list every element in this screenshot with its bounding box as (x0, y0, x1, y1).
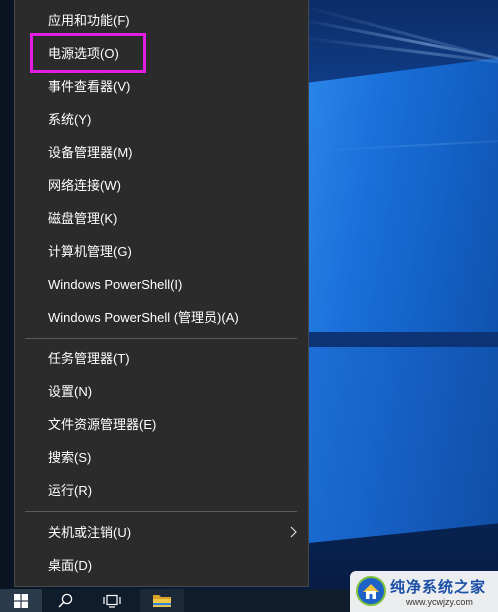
file-explorer-button[interactable] (140, 589, 184, 612)
menu-item-label: 桌面(D) (48, 558, 93, 573)
menu-item-label: 任务管理器(T) (48, 351, 130, 366)
menu-item-run[interactable]: 运行(R) (15, 474, 308, 507)
menu-item-label: 运行(R) (48, 483, 93, 498)
menu-item-file-explorer[interactable]: 文件资源管理器(E) (15, 408, 308, 441)
menu-item-label: 计算机管理(G) (48, 244, 132, 259)
watermark-title: 纯净系统之家 (390, 579, 487, 596)
menu-item-device-manager[interactable]: 设备管理器(M) (15, 136, 308, 169)
search-icon (57, 593, 72, 608)
windows-logo-icon (14, 593, 28, 608)
wallpaper-light-pane-upper (309, 58, 498, 332)
menu-item-computer-management[interactable]: 计算机管理(G) (15, 235, 308, 268)
menu-item-event-viewer[interactable]: 事件查看器(V) (15, 70, 308, 103)
menu-group-apps: 任务管理器(T) 设置(N) 文件资源管理器(E) 搜索(S) 运行(R) (15, 342, 308, 507)
menu-item-powershell[interactable]: Windows PowerShell(I) (15, 268, 308, 301)
menu-item-desktop[interactable]: 桌面(D) (15, 549, 308, 582)
menu-item-shut-down-or-sign-out[interactable]: 关机或注销(U) (15, 516, 308, 549)
menu-item-network-connections[interactable]: 网络连接(W) (15, 169, 308, 202)
menu-item-powershell-admin[interactable]: Windows PowerShell (管理员)(A) (15, 301, 308, 334)
menu-item-label: 设备管理器(M) (48, 145, 133, 160)
menu-item-label: 磁盘管理(K) (48, 211, 118, 226)
menu-item-label: 设置(N) (48, 384, 93, 399)
watermark-url: www.ycwjzy.com (406, 597, 473, 607)
menu-item-label: 关机或注销(U) (48, 525, 132, 540)
start-button[interactable] (0, 589, 42, 612)
menu-item-label: 文件资源管理器(E) (48, 417, 157, 432)
watermark: 纯净系统之家 www.ycwjzy.com (350, 571, 498, 612)
menu-item-label: 事件查看器(V) (48, 79, 131, 94)
menu-item-label: Windows PowerShell(I) (48, 277, 183, 292)
menu-item-label: Windows PowerShell (管理员)(A) (48, 310, 239, 325)
menu-item-label: 系统(Y) (48, 112, 92, 127)
search-button[interactable] (43, 589, 87, 612)
annotation-highlight-box (30, 33, 146, 73)
watermark-logo-icon (356, 576, 386, 606)
menu-separator (25, 338, 297, 339)
winx-quick-link-menu: 应用和功能(F) 电源选项(O) 事件查看器(V) 系统(Y) 设备管理器(M)… (14, 0, 309, 587)
file-explorer-icon (153, 594, 171, 607)
menu-item-label: 应用和功能(F) (48, 13, 130, 28)
wallpaper-light-pane-lower (309, 347, 498, 543)
menu-group-session: 关机或注销(U) 桌面(D) (15, 516, 308, 582)
menu-item-search[interactable]: 搜索(S) (15, 441, 308, 474)
task-view-button[interactable] (90, 589, 134, 612)
task-view-icon (103, 594, 121, 608)
menu-item-settings[interactable]: 设置(N) (15, 375, 308, 408)
menu-item-label: 网络连接(W) (48, 178, 121, 193)
chevron-right-icon (290, 526, 297, 538)
menu-item-disk-management[interactable]: 磁盘管理(K) (15, 202, 308, 235)
menu-separator (25, 511, 297, 512)
menu-item-label: 搜索(S) (48, 450, 92, 465)
menu-item-task-manager[interactable]: 任务管理器(T) (15, 342, 308, 375)
menu-item-system[interactable]: 系统(Y) (15, 103, 308, 136)
